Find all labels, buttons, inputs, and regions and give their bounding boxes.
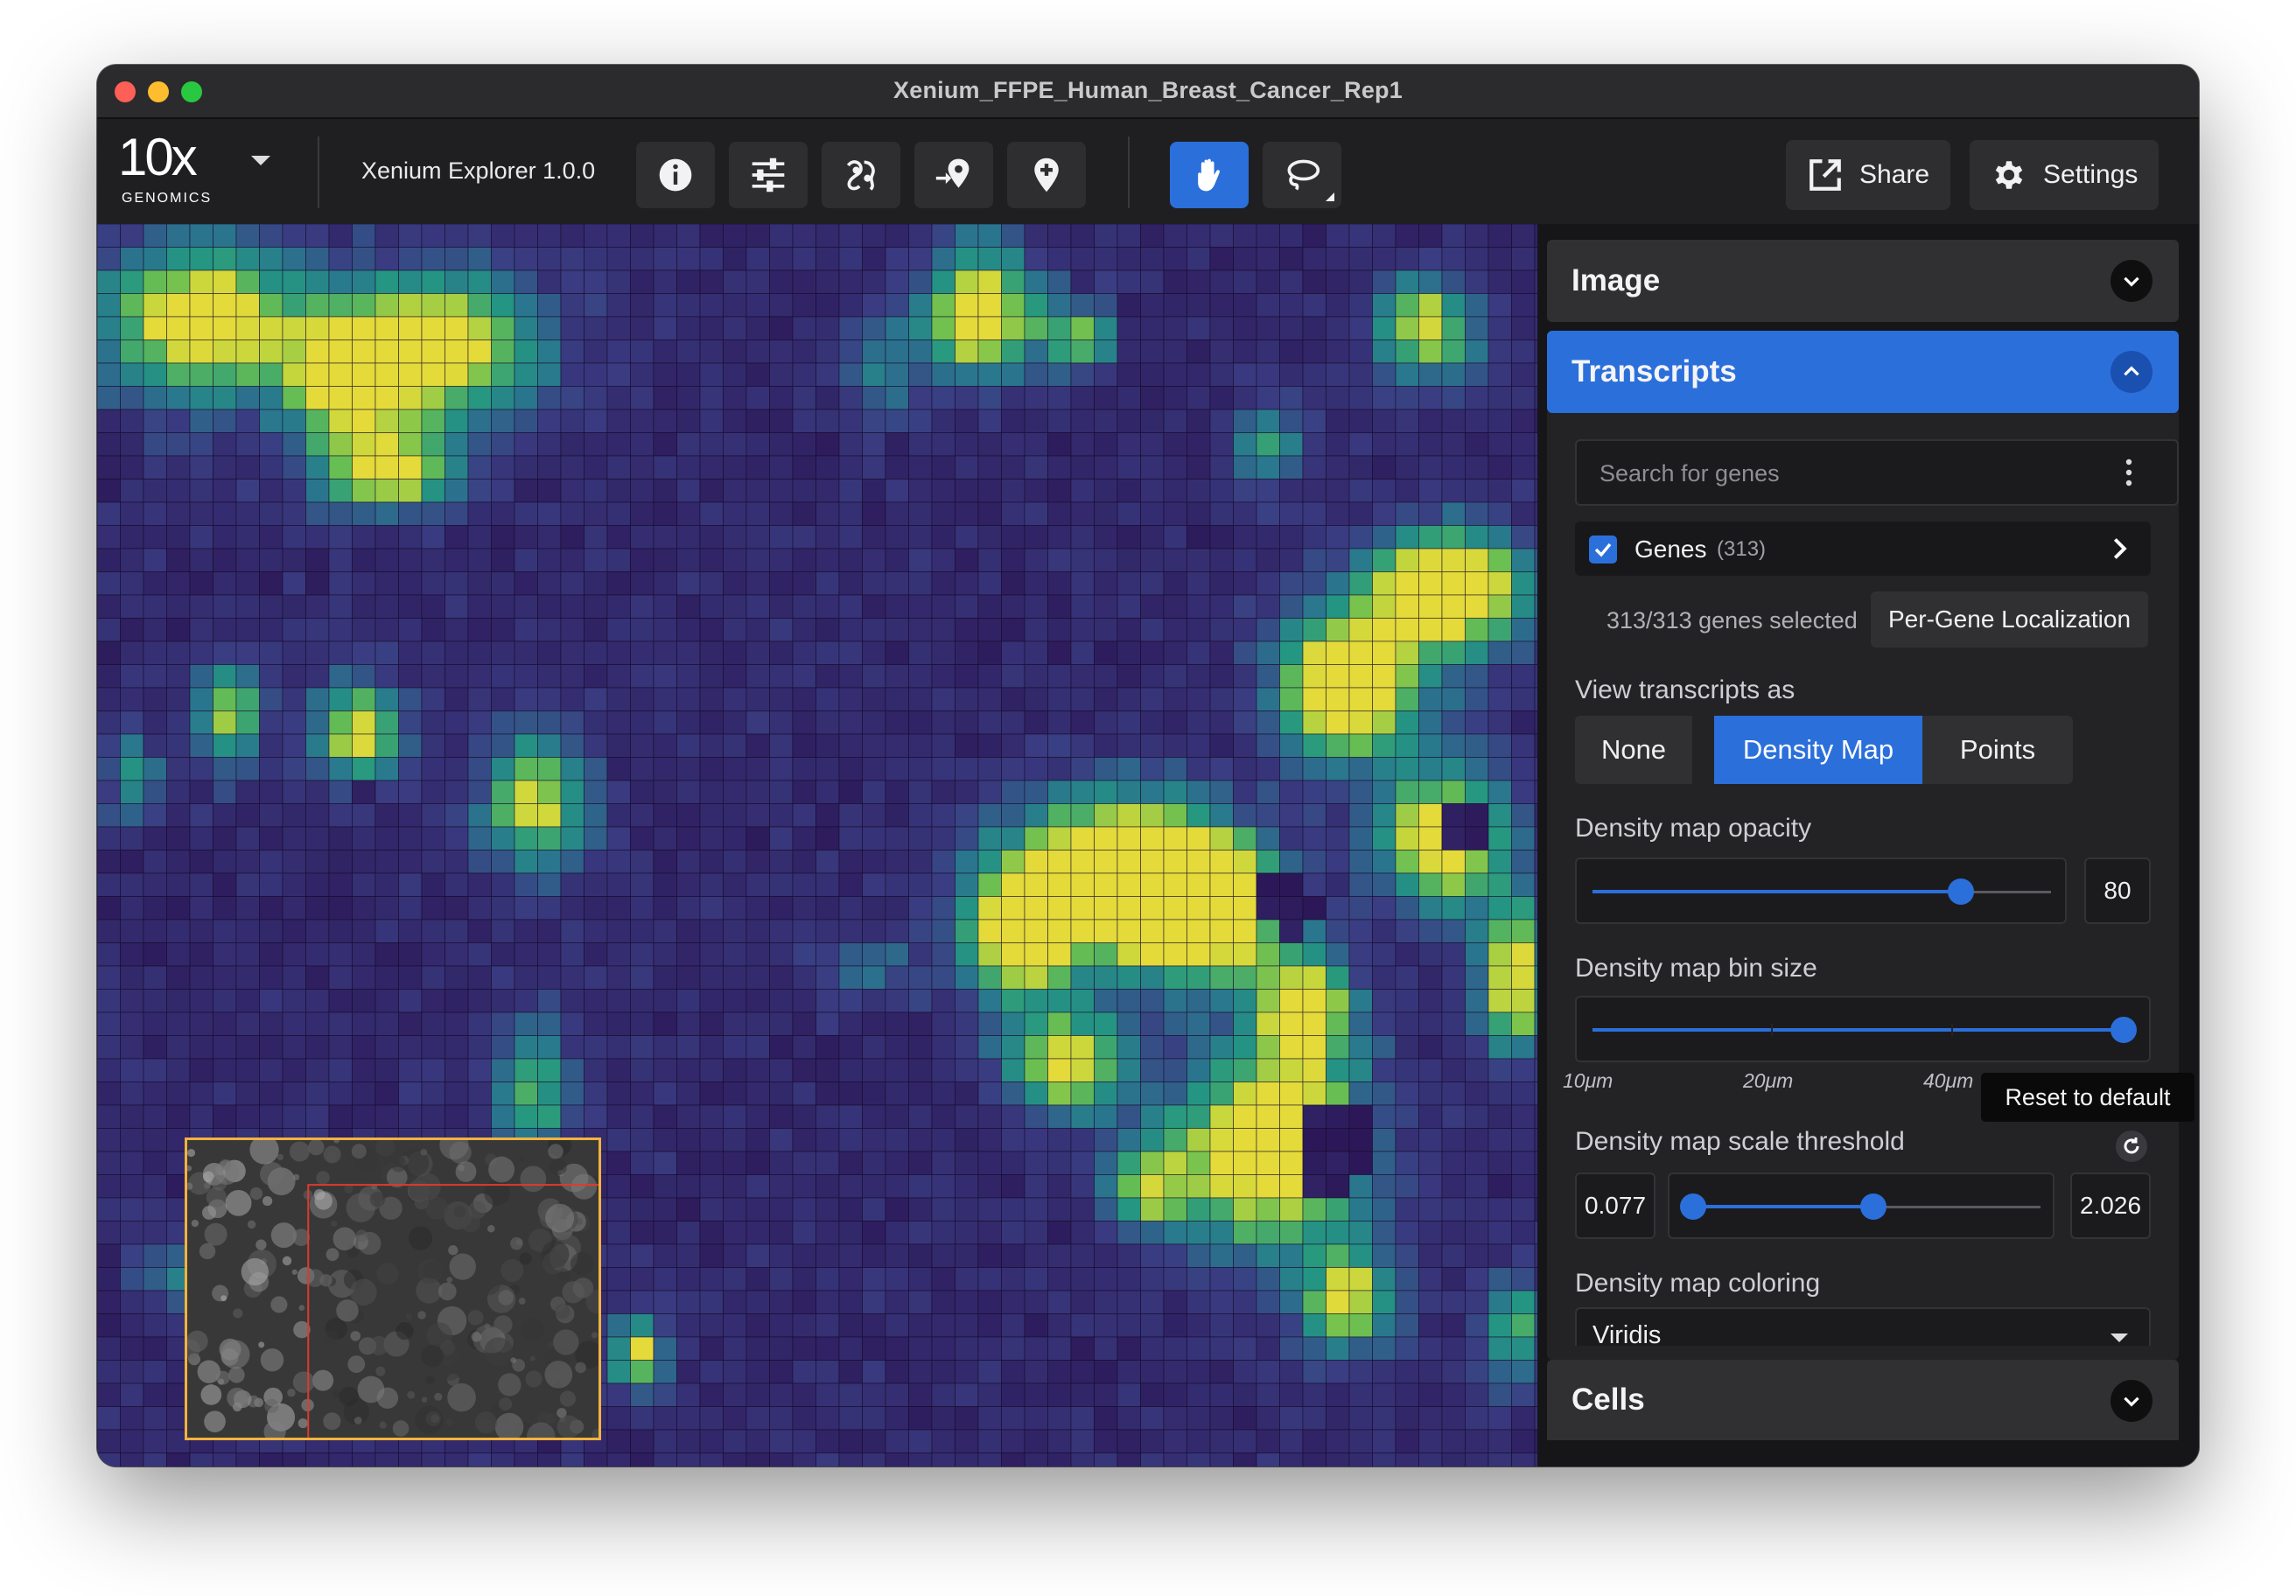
chevron-down-icon[interactable] <box>251 156 270 165</box>
refresh-icon <box>2124 1138 2139 1154</box>
opacity-slider[interactable] <box>1575 858 2067 924</box>
goto-location-icon <box>935 158 970 188</box>
settings-label: Settings <box>2043 160 2138 189</box>
coloring-select[interactable]: Viridis <box>1575 1307 2151 1346</box>
bin-size-label: Density map bin size <box>1575 954 1817 983</box>
more-options-icon[interactable] <box>2124 455 2133 490</box>
threshold-max-thumb[interactable] <box>1860 1194 1886 1220</box>
transcripts-section-title: Transcripts <box>1572 354 1737 388</box>
sliders-icon <box>752 158 785 192</box>
transcripts-section-header[interactable]: Transcripts <box>1547 331 2179 413</box>
bin-size-track <box>1592 1028 2116 1032</box>
tool-options-indicator <box>1326 192 1334 201</box>
view-none-button[interactable]: None <box>1575 716 1692 784</box>
checkmark-icon <box>1594 542 1612 557</box>
pan-tool-button[interactable] <box>1170 142 1249 208</box>
title-bar: Xenium_FFPE_Human_Breast_Cancer_Rep1 <box>97 65 2199 119</box>
info-button[interactable] <box>636 142 715 208</box>
gene-search-input[interactable]: Search for genes <box>1575 439 2179 506</box>
coloring-label: Density map coloring <box>1575 1269 1821 1298</box>
toolbar: 10x GENOMICS Xenium Explorer 1.0.0 Share… <box>97 119 2199 224</box>
opacity-track-fill <box>1592 890 1960 893</box>
gene-search-placeholder: Search for genes <box>1600 460 1780 486</box>
image-section-title: Image <box>1572 263 1661 298</box>
view-points-button[interactable]: Points <box>1922 716 2073 784</box>
view-transcripts-label: View transcripts as <box>1575 676 1796 704</box>
app-version: Xenium Explorer 1.0.0 <box>361 158 596 184</box>
chevron-down-icon <box>2110 260 2152 302</box>
cells-icon <box>846 160 875 191</box>
genes-label: Genes <box>1634 536 1707 563</box>
add-pin-button[interactable] <box>1007 142 1086 208</box>
go-to-location-button[interactable] <box>914 142 993 208</box>
genes-selected-count: 313/313 genes selected <box>1606 607 1858 634</box>
genes-count: (313) <box>1717 537 1767 561</box>
reset-tooltip: Reset to default <box>1981 1073 2194 1122</box>
lasso-tool-button[interactable] <box>1263 142 1341 208</box>
bin-size-tick <box>1951 1024 1953 1036</box>
genes-list-row[interactable]: Genes (313) <box>1575 522 2151 576</box>
lasso-icon <box>1287 159 1320 191</box>
threshold-min-input[interactable]: 0.077 <box>1575 1172 1656 1239</box>
opacity-label: Density map opacity <box>1575 814 1812 843</box>
logo-text: 10x <box>118 128 198 186</box>
chevron-down-icon <box>2110 1334 2128 1342</box>
opacity-slider-thumb[interactable] <box>1948 878 1974 905</box>
chevron-down-icon <box>2110 1380 2152 1422</box>
threshold-min-thumb[interactable] <box>1680 1194 1706 1220</box>
cells-section-header[interactable]: Cells <box>1547 1360 2179 1440</box>
settings-button[interactable]: Settings <box>1970 140 2160 210</box>
toolbar-divider <box>1128 136 1130 208</box>
bin-tick-20: 20μm <box>1743 1069 1794 1092</box>
share-button[interactable]: Share <box>1786 140 1951 210</box>
bin-tick-10: 10μm <box>1563 1069 1614 1092</box>
opacity-value-input[interactable]: 80 <box>2084 858 2151 924</box>
bin-size-slider[interactable] <box>1575 996 2151 1062</box>
threshold-max-input[interactable]: 2.026 <box>2070 1172 2151 1239</box>
hand-icon <box>1198 158 1220 192</box>
threshold-track-fill <box>1692 1205 1874 1208</box>
toolbar-divider <box>318 136 319 208</box>
adjustments-button[interactable] <box>729 142 808 208</box>
logo-subtext: GENOMICS <box>122 191 213 206</box>
share-icon <box>1810 159 1841 191</box>
overview-minimap[interactable] <box>185 1138 601 1440</box>
bin-size-slider-thumb[interactable] <box>2110 1017 2137 1043</box>
info-icon <box>659 158 692 192</box>
threshold-label: Density map scale threshold <box>1575 1127 1905 1156</box>
minimap-thumbnail <box>187 1140 598 1438</box>
per-gene-localization-button[interactable]: Per-Gene Localization <box>1871 592 2149 648</box>
reset-threshold-button[interactable] <box>2116 1130 2147 1162</box>
add-pin-icon <box>1034 158 1059 192</box>
view-density-map-button[interactable]: Density Map <box>1714 716 1922 784</box>
window-title: Xenium_FFPE_Human_Breast_Cancer_Rep1 <box>893 77 1403 103</box>
threshold-range-slider[interactable] <box>1668 1172 2054 1239</box>
chevron-right-icon <box>2113 538 2127 559</box>
bin-size-tick <box>1771 1024 1773 1036</box>
cell-segmentation-button[interactable] <box>822 142 900 208</box>
bin-tick-40: 40μm <box>1923 1069 1974 1092</box>
share-label: Share <box>1859 160 1930 189</box>
density-map-viewer[interactable] <box>97 224 1544 1466</box>
cells-section-title: Cells <box>1572 1382 1645 1417</box>
gear-icon <box>1995 161 2023 189</box>
genes-checkbox[interactable] <box>1589 536 1617 564</box>
company-logo: 10x GENOMICS <box>118 128 214 206</box>
chevron-up-icon <box>2110 351 2152 393</box>
image-section-header[interactable]: Image <box>1547 240 2179 322</box>
coloring-value: Viridis <box>1592 1321 1662 1346</box>
